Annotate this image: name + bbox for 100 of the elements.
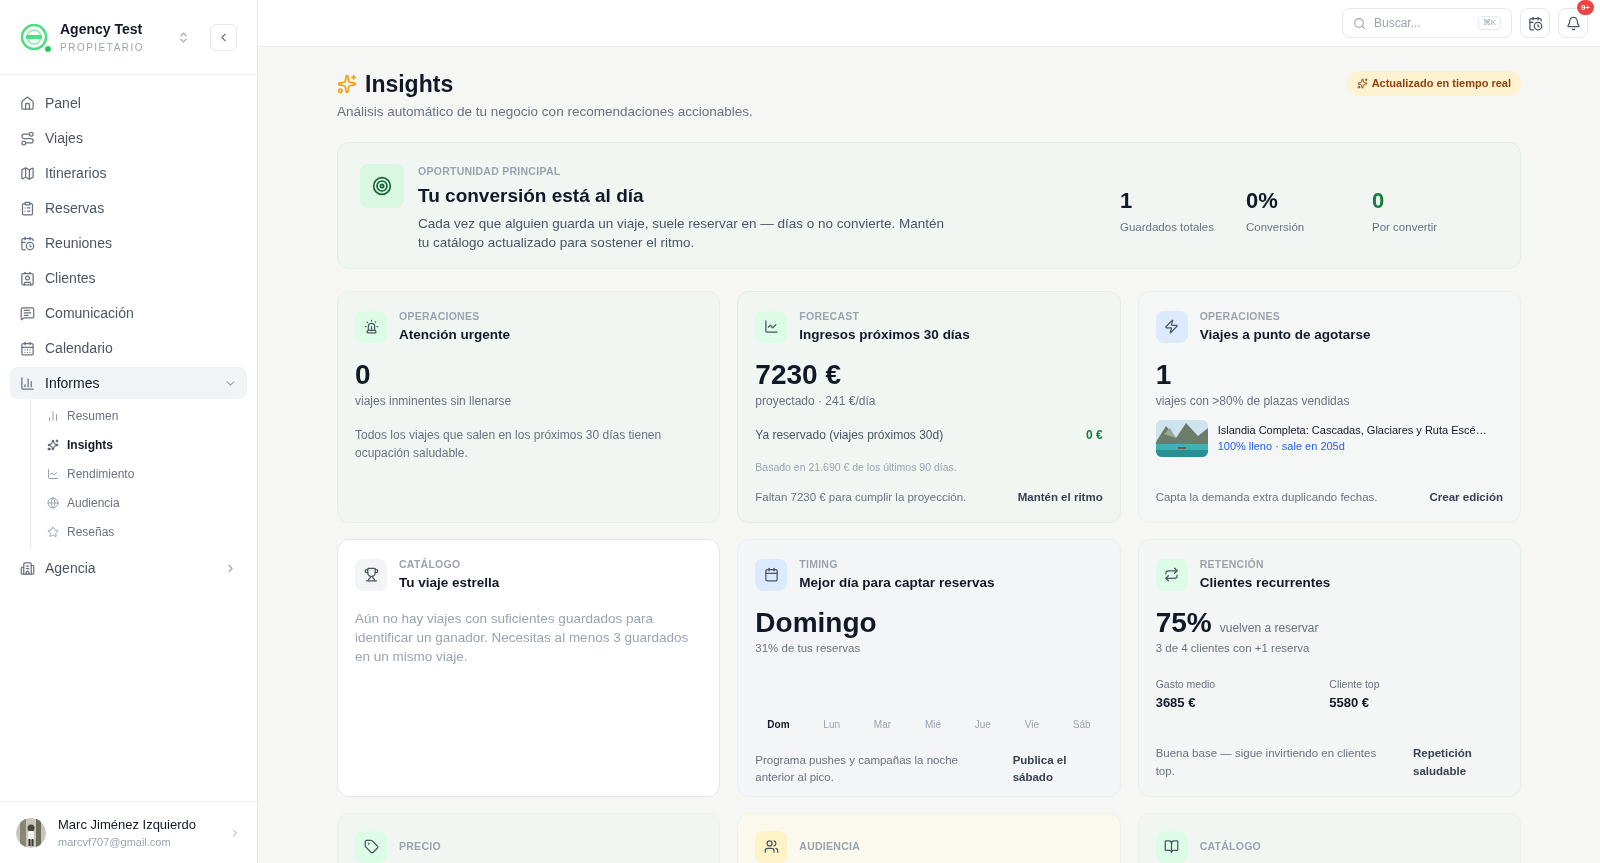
notification-badge: 9+ bbox=[1576, 0, 1594, 15]
nav-item[interactable]: Itinerarios bbox=[10, 157, 247, 189]
card-action-button[interactable]: Crear edición bbox=[1429, 488, 1503, 506]
nav-item[interactable]: Agencia bbox=[10, 552, 247, 584]
nav-item[interactable]: Panel bbox=[10, 87, 247, 119]
figure-value: 5580 € bbox=[1329, 693, 1371, 712]
card-title: Ingresos próximos 30 días bbox=[799, 325, 970, 344]
card-caption: 3 de 4 clientes con +1 reserva bbox=[1155, 640, 1311, 656]
logo-icon bbox=[20, 23, 48, 51]
card-eyebrow: PRECIO bbox=[399, 838, 441, 854]
bell-icon bbox=[1565, 15, 1581, 31]
stat-value: 1 bbox=[1120, 186, 1134, 215]
stat-label: Guardados totales bbox=[1120, 219, 1215, 235]
nav-item[interactable]: Calendario bbox=[10, 332, 247, 364]
nav-subitem[interactable]: Rendimiento bbox=[43, 461, 247, 487]
card-title: Mejor día para captar reservas bbox=[799, 573, 995, 592]
card-value: 75% bbox=[1155, 605, 1212, 640]
user-name: Marc Jiménez Izquierdo bbox=[58, 815, 197, 834]
weekday-label: Jue bbox=[974, 718, 991, 732]
sparkles-icon bbox=[337, 74, 357, 95]
map-icon bbox=[20, 165, 35, 181]
live-badge: Actualizado en tiempo real bbox=[1346, 71, 1521, 96]
clipboard-icon bbox=[20, 200, 35, 216]
trip-name: Islandia Completa: Cascadas, Glaciares y Ruta Escé… bbox=[1217, 422, 1487, 438]
card-note: Basado en 21.690 € de los últimos 90 días. bbox=[755, 459, 958, 475]
page-subtitle: Análisis automático de tu negocio con recomendaciones accionables. bbox=[337, 102, 753, 121]
card-footer-text: Faltan 7230 € para cumplir la proyección. bbox=[755, 489, 967, 505]
card-caption: viajes con >80% de plazas vendidas bbox=[1155, 392, 1351, 410]
star-icon bbox=[47, 526, 59, 538]
calendar-icon bbox=[20, 340, 35, 356]
card-action-button[interactable]: Mantén el ritmo bbox=[1017, 488, 1103, 506]
page-title: Insights bbox=[365, 70, 454, 99]
user-email: marcvf707@gmail.com bbox=[58, 835, 172, 850]
value-suffix: vuelven a reservar bbox=[1219, 619, 1319, 637]
trip-item[interactable]: Islandia Completa: Cascadas, Glaciares y Ruta Escé… 100% lleno · sale en 205d bbox=[1155, 419, 1503, 457]
workspace-name: Agency Test bbox=[60, 20, 144, 39]
search-input[interactable]: Buscar... bbox=[1374, 14, 1470, 32]
card-eyebrow: AUDIENCIA bbox=[799, 838, 861, 854]
shortcut-hint: ⌘K bbox=[1477, 16, 1501, 30]
nav-item[interactable]: Reservas bbox=[10, 192, 247, 224]
stat-value: 0 bbox=[1372, 186, 1386, 215]
card-action-button[interactable]: Repetición saludable bbox=[1413, 745, 1503, 780]
line-chart-icon bbox=[47, 468, 59, 480]
sparkles-icon bbox=[47, 439, 59, 451]
switch-icon[interactable] bbox=[177, 30, 190, 44]
card-title: Atención urgente bbox=[399, 325, 510, 344]
nav-subitem[interactable]: Resumen bbox=[43, 403, 247, 429]
card-title: Viajes a punto de agotarse bbox=[1199, 325, 1371, 344]
highlight-text: Cada vez que alguien guarda un viaje, suele reservar en — días o no convierte. Mantén tu catálogo actualizado para sostener el ritmo. bbox=[418, 215, 946, 252]
weekday-label: Lun bbox=[823, 718, 841, 732]
weekday-label: Mié bbox=[924, 718, 941, 732]
route-icon bbox=[20, 130, 35, 146]
nav-item[interactable]: Reuniones bbox=[10, 227, 247, 259]
stat-label: Por convertir bbox=[1372, 219, 1439, 235]
card-note: Todos los viajes que salen en los próximos 30 días tienen ocupación saludable. bbox=[355, 426, 663, 462]
stat-label: Conversión bbox=[1246, 219, 1306, 235]
nav-subitem[interactable]: Audiencia bbox=[43, 490, 247, 516]
globe-icon bbox=[47, 497, 59, 509]
message-icon bbox=[20, 305, 35, 321]
card-value: 7230 € bbox=[755, 357, 842, 392]
card-footer-text: Buena base — sigue invirtiendo en clientes top. bbox=[1155, 746, 1378, 779]
card-title: Tu viaje estrella bbox=[399, 573, 500, 592]
calendar-clock-icon bbox=[1527, 15, 1543, 31]
calendar-button[interactable] bbox=[1520, 8, 1550, 38]
stat-value: 0% bbox=[1246, 186, 1279, 215]
card-value: 0 bbox=[355, 357, 372, 392]
nav-subitem[interactable]: Insights bbox=[43, 432, 247, 458]
figure-label: Gasto medio bbox=[1155, 677, 1217, 692]
highlight-title: Tu conversión está al día bbox=[418, 183, 645, 208]
nav-item[interactable]: Comunicación bbox=[10, 297, 247, 329]
reserved-label: Ya reservado (viajes próximos 30d) bbox=[755, 426, 944, 444]
contact-icon bbox=[20, 270, 35, 286]
card-footer-text: Capta la demanda extra duplicando fechas. bbox=[1155, 489, 1378, 505]
figure-label: Cliente top bbox=[1329, 677, 1381, 692]
card-eyebrow: FORECAST bbox=[799, 308, 861, 324]
card-eyebrow: OPERACIONES bbox=[1199, 308, 1282, 324]
card-value: Domingo bbox=[755, 605, 878, 640]
nav-subitem[interactable]: Reseñas bbox=[43, 519, 247, 545]
home-icon bbox=[20, 95, 35, 111]
card-action-button[interactable]: Publica el sábado bbox=[1012, 752, 1103, 787]
card-value: 1 bbox=[1155, 357, 1173, 392]
card-title: Clientes recurrentes bbox=[1199, 573, 1331, 592]
reserved-value: 0 € bbox=[1085, 426, 1103, 444]
weekday-label: Sáb bbox=[1072, 718, 1091, 732]
calendar-clock-icon bbox=[20, 235, 35, 251]
figure-value: 3685 € bbox=[1155, 693, 1197, 712]
card-note: Aún no hay viajes con suficientes guardados para identificar un ganador. Necesitas al menos 3 guardados en un mismo viaje. bbox=[355, 609, 690, 666]
nav-item[interactable]: Informes bbox=[10, 367, 247, 399]
building-icon bbox=[20, 560, 35, 576]
trip-meta: 100% lleno · sale en 205d bbox=[1217, 439, 1346, 455]
nav-item[interactable]: Clientes bbox=[10, 262, 247, 294]
nav-item[interactable]: Viajes bbox=[10, 122, 247, 154]
weekday-label: Dom bbox=[767, 718, 790, 732]
card-eyebrow: RETENCIÓN bbox=[1199, 556, 1265, 572]
bar-chart-icon bbox=[47, 410, 59, 422]
card-eyebrow: CATÁLOGO bbox=[1199, 838, 1262, 854]
weekday-label: Mar bbox=[873, 718, 892, 732]
card-caption: proyectado · 241 €/día bbox=[755, 392, 877, 410]
bar-chart-icon bbox=[20, 375, 35, 391]
user-profile[interactable]: Marc Jiménez Izquierdo marcvf707@gmail.com bbox=[0, 801, 257, 863]
